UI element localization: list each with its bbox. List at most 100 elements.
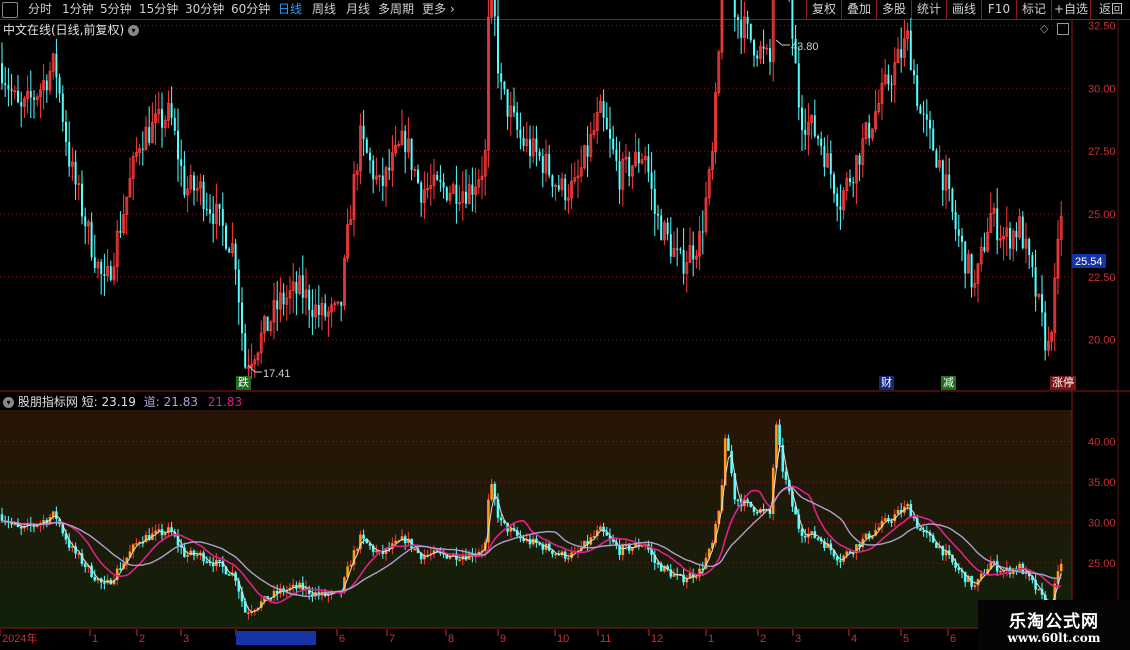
candle-body <box>74 161 77 185</box>
indicator-tick-label: 25.00 <box>1088 558 1116 570</box>
candle-body <box>692 245 695 260</box>
ind-candle-body <box>135 543 138 545</box>
candle-body <box>362 125 365 140</box>
candle-body <box>602 101 605 118</box>
candle-body <box>228 248 231 253</box>
third-value: 21.83 <box>207 395 243 409</box>
chevron-down-icon[interactable]: ▾ <box>3 397 14 408</box>
candle-body <box>682 250 685 274</box>
time-tick-label: 10 <box>557 633 569 645</box>
ind-candle-body <box>227 574 231 576</box>
high-price-label: 43.80 <box>791 41 819 53</box>
candle-body <box>740 19 743 38</box>
candle-body <box>813 115 816 137</box>
event-tag-finance[interactable]: 财 <box>879 376 894 390</box>
time-tick-label: 7 <box>389 633 395 645</box>
candle-body <box>628 157 631 177</box>
time-tick-label: 1 <box>92 633 98 645</box>
candle-body <box>941 160 944 191</box>
price-candles <box>1 0 1063 390</box>
candle-body <box>839 206 842 210</box>
candle-body <box>141 148 144 150</box>
watermark-logo: 乐淘公式网 www.60lt.com <box>978 600 1130 650</box>
candle-body <box>148 127 151 143</box>
candle-body <box>500 73 503 82</box>
dao-label: 道: <box>143 395 160 409</box>
candle-body <box>439 179 442 183</box>
candle-body <box>20 102 23 107</box>
candle-body <box>1034 267 1037 297</box>
time-tick-label: 4 <box>851 633 857 645</box>
candle-body <box>497 16 499 74</box>
indicator-tick-label: 35.00 <box>1088 477 1116 489</box>
diamond-icon[interactable]: ◇ <box>1040 22 1048 35</box>
candle-body <box>324 303 327 317</box>
event-tag-limit-up[interactable]: 涨停 <box>1050 376 1076 390</box>
candle-body <box>180 159 183 166</box>
candle-body <box>961 235 963 242</box>
candle-body <box>919 106 922 114</box>
candle-body <box>916 75 919 107</box>
candle-body <box>33 97 35 100</box>
candle-body <box>237 269 240 303</box>
ind-candle-body <box>55 511 58 519</box>
candle-body <box>10 89 13 92</box>
candle-body <box>519 129 522 138</box>
ind-candle-body <box>1037 588 1041 591</box>
price-tick-label: 32.50 <box>1088 20 1116 32</box>
chart-canvas[interactable]: 40.0037.5035.0032.5030.0027.5025.0022.50… <box>0 0 1130 650</box>
candle-body <box>1031 255 1034 268</box>
ind-candle-body <box>973 585 977 587</box>
time-tick-label: 3 <box>795 633 801 645</box>
ind-candle-body <box>941 545 945 556</box>
ind-candle-body <box>599 526 602 531</box>
candle-body <box>1028 239 1031 256</box>
candle-body <box>669 234 672 257</box>
candle-body <box>746 16 749 24</box>
candle-body <box>308 289 311 310</box>
event-tag-reduce[interactable]: 减 <box>941 376 956 390</box>
candle-body <box>1015 231 1018 238</box>
candle-body <box>548 154 551 176</box>
candle-body <box>161 109 163 128</box>
time-tick-label: 6 <box>950 633 956 645</box>
candle-body <box>17 90 19 103</box>
panel-toggle-icon[interactable] <box>1057 23 1069 35</box>
candle-body <box>301 275 304 298</box>
candle-body <box>909 30 912 71</box>
chevron-down-icon[interactable]: ▾ <box>128 25 140 36</box>
ind-candle-body <box>19 526 23 529</box>
candle-body <box>733 0 736 18</box>
candle-body <box>823 146 826 168</box>
candle-body <box>612 138 615 150</box>
candle-body <box>653 188 656 214</box>
ind-candle-body <box>186 554 189 557</box>
candle-body <box>503 81 506 90</box>
price-tick-label: 20.00 <box>1088 335 1116 347</box>
indicator-tick-label: 40.00 <box>1088 437 1116 449</box>
price-tick-label: 22.50 <box>1088 272 1116 284</box>
ind-candle-body <box>51 511 55 518</box>
stock-title: 中文在线(日线,前复权) <box>3 23 125 37</box>
candle-body <box>471 184 474 195</box>
candle-body <box>666 222 669 235</box>
time-tick-label: 12 <box>651 633 663 645</box>
candle-body <box>513 106 515 113</box>
candle-body <box>65 121 67 142</box>
time-tick-label: 8 <box>448 633 454 645</box>
ind-candle-body <box>883 518 887 521</box>
event-tag-drop[interactable]: 跌 <box>236 376 251 390</box>
indicator-background <box>0 410 1072 628</box>
ind-candle-body <box>816 537 820 540</box>
candle-body <box>465 191 467 204</box>
ind-candle-body <box>413 548 417 551</box>
candle-body <box>445 187 448 201</box>
indicator-name: 股朋指标网 <box>17 395 78 409</box>
candle-body <box>913 70 915 76</box>
ind-candle-body <box>864 533 868 539</box>
ind-candle-body <box>919 528 922 531</box>
candle-body <box>957 229 960 236</box>
candle-body <box>455 184 458 204</box>
candle-body <box>225 225 227 249</box>
candle-body <box>996 208 999 241</box>
